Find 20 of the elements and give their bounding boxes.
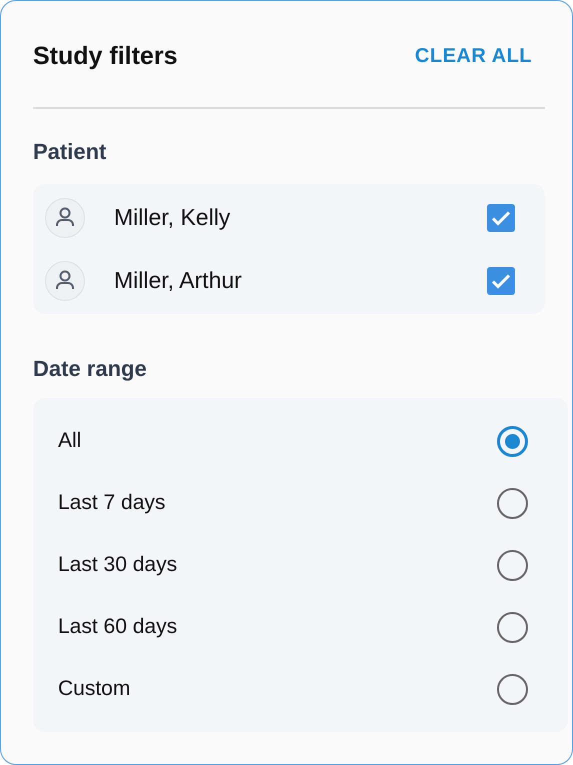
checkbox[interactable] bbox=[487, 266, 515, 294]
radio-button[interactable] bbox=[497, 488, 528, 518]
patient-name: Miller, Kelly bbox=[114, 204, 232, 231]
panel-title: Study filters bbox=[33, 42, 178, 70]
section-heading: Date range bbox=[33, 356, 148, 383]
patient-name: Miller, Arthur bbox=[114, 267, 243, 294]
avatar-icon bbox=[45, 260, 85, 300]
checkbox[interactable] bbox=[487, 204, 515, 232]
radio-button[interactable] bbox=[497, 550, 528, 580]
radio-button[interactable] bbox=[497, 674, 528, 704]
option-label: Last 30 days bbox=[58, 553, 178, 577]
option-label: Last 60 days bbox=[58, 615, 178, 639]
avatar-icon bbox=[45, 198, 85, 238]
radio-button[interactable] bbox=[497, 612, 528, 642]
option-label: Custom bbox=[58, 677, 130, 701]
clear-all-button[interactable]: CLEAR ALL bbox=[414, 44, 532, 68]
option-label: Last 7 days bbox=[58, 491, 166, 515]
option-label: All bbox=[58, 429, 82, 453]
radio-button[interactable] bbox=[497, 426, 528, 456]
section-heading: Patient bbox=[33, 139, 108, 166]
